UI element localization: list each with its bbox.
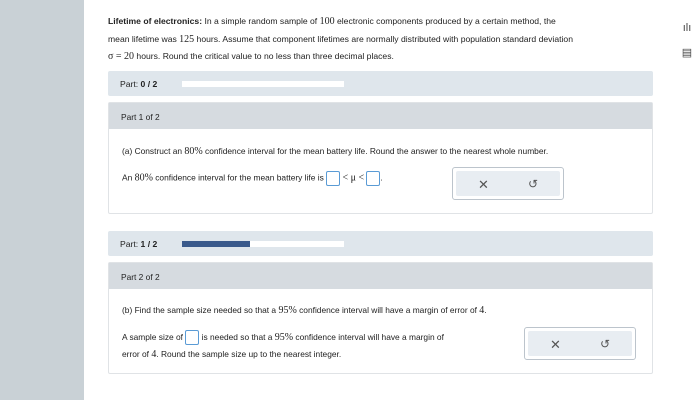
progress-fill (182, 241, 251, 247)
clear-button[interactable]: ✕ (478, 177, 489, 193)
part-progress-label: Part: 1 / 2 (120, 239, 158, 249)
part-progress-bar-2: Part: 1 / 2 (108, 231, 653, 256)
mean-value: 125 (179, 33, 195, 45)
part-2-card: Part 2 of 2 (b) Find the sample size nee… (108, 262, 653, 374)
part-progress-bar-1: Part: 0 / 2 (108, 71, 653, 96)
problem-statement: Lifetime of electronics: In a simple ran… (108, 13, 653, 66)
part-1-action-panel: ✕ ↺ (452, 167, 564, 200)
progress-track (182, 241, 344, 247)
clear-button[interactable]: ✕ (550, 337, 561, 353)
sigma-value: σ = 20 (108, 51, 135, 62)
part-2-title: Part 2 of 2 (121, 272, 160, 282)
part-2-header: Part 2 of 2 (109, 263, 652, 289)
problem-text: electronic components produced by a cert… (334, 16, 556, 26)
mu-inequality: < μ < (342, 172, 365, 184)
part-1-title: Part 1 of 2 (121, 112, 160, 122)
part-1-card: Part 1 of 2 (a) Construct an 80% confide… (108, 102, 653, 214)
main-content: Lifetime of electronics: In a simple ran… (108, 0, 653, 400)
problem-text: mean lifetime was (108, 33, 180, 44)
part-2-question: (b) Find the sample size needed so that … (122, 305, 487, 316)
problem-text: In a simple random sample of (202, 16, 320, 26)
problem-text: hours. Assume that component lifetimes a… (194, 33, 573, 44)
part-1-header: Part 1 of 2 (109, 103, 652, 129)
undo-button[interactable]: ↺ (600, 337, 610, 351)
problem-title: Lifetime of electronics: (108, 16, 203, 26)
lower-bound-input[interactable] (326, 171, 341, 186)
part-2-action-panel: ✕ ↺ (524, 327, 636, 360)
part-1-question: (a) Construct an 80% confidence interval… (122, 146, 549, 157)
progress-track (182, 81, 344, 87)
part-progress-label: Part: 0 / 2 (120, 79, 158, 89)
part-2-answer-text: A sample size of is needed so that a 95%… (122, 330, 444, 360)
calculator-icon[interactable]: ▤ (679, 46, 695, 60)
part-1-answer-line: An 80% confidence interval for the mean … (122, 171, 383, 186)
sample-size-input[interactable] (185, 330, 200, 346)
sample-size-value: 100 (319, 16, 335, 27)
left-gutter (0, 0, 84, 400)
undo-button[interactable]: ↺ (528, 177, 538, 191)
problem-text: hours. Round the critical value to no le… (134, 51, 394, 61)
data-icon[interactable]: ılı (679, 22, 695, 36)
upper-bound-input[interactable] (366, 171, 381, 186)
